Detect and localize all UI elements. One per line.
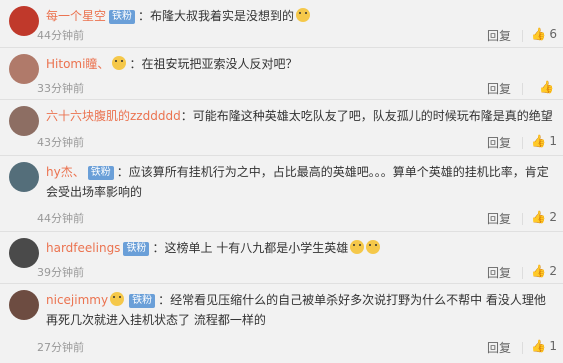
thumb-up-icon: 👍 [531, 210, 547, 224]
comment-text: ：在祖安玩把亚索没人反对吧？ [129, 57, 298, 71]
like-count: 1 [549, 134, 557, 148]
reply-button[interactable]: 回复 [487, 210, 511, 227]
like-button[interactable]: 👍 6 [531, 27, 557, 41]
thumb-up-icon: 👍 [539, 80, 554, 94]
like-button[interactable]: 👍 [539, 80, 557, 94]
comment-text: ：应该算所有挂机行为之中，占比最高的英雄吧。。。算单个英雄的挂机比率，肯定会受出… [46, 165, 549, 199]
reply-button[interactable]: 回复 [487, 339, 511, 356]
comment-time: 43分钟前 [37, 136, 84, 149]
comment-text: ：布隆大叔我着实是没想到的 [138, 9, 295, 23]
like-button[interactable]: 👍 2 [531, 210, 557, 224]
divider [522, 267, 523, 279]
comment-text: ：可能布隆这种英雄太吃队友了吧，队友孤儿的时候玩布隆是真的绝望 [180, 109, 553, 123]
avatar[interactable] [9, 6, 39, 36]
comment-time: 33分钟前 [37, 82, 84, 95]
thumb-up-icon: 👍 [531, 27, 547, 41]
username-link[interactable]: nicejimmy [46, 293, 108, 307]
comment-item: hardfeelings 铁粉 ：这榜单上 十有八九都是小学生英雄 39分钟前 回复… [0, 232, 563, 284]
like-button[interactable]: 👍 1 [531, 339, 557, 353]
username-link[interactable]: 每一个星空 [46, 9, 106, 23]
username-link[interactable]: hardfeelings [46, 241, 120, 255]
fan-badge: 铁粉 [129, 294, 156, 308]
username-link[interactable]: 六十六块腹肌的zzddddd [46, 109, 181, 123]
comment-item: hy杰、 铁粉 ：应该算所有挂机行为之中，占比最高的英雄吧。。。算单个英雄的挂机比率… [0, 156, 563, 232]
divider [522, 83, 523, 95]
divider [522, 342, 523, 354]
fan-badge: 铁粉 [87, 166, 114, 180]
thumb-up-icon: 👍 [531, 134, 547, 148]
reply-button[interactable]: 回复 [487, 134, 511, 151]
username-link[interactable]: hy杰、 [46, 165, 85, 179]
comment-item: 每一个星空 铁粉 ：布隆大叔我着实是没想到的 44分钟前 回复 👍 6 [0, 0, 563, 48]
fan-badge: 铁粉 [109, 10, 136, 24]
heart-eyes-emoji-icon [112, 56, 127, 70]
avatar[interactable] [9, 238, 39, 268]
reply-button[interactable]: 回复 [487, 80, 511, 97]
like-button[interactable]: 👍 1 [531, 134, 557, 148]
comment-time: 27分钟前 [37, 341, 84, 354]
comment-item: nicejimmy 铁粉 ：经常看见压缩什么的自己被单杀好多次说打野为什么不帮中 看… [0, 284, 563, 363]
dog-emoji-icon [296, 8, 311, 22]
like-button[interactable]: 👍 2 [531, 264, 557, 278]
comment-time: 44分钟前 [37, 212, 84, 225]
thumb-up-icon: 👍 [531, 339, 547, 353]
comment-list: 每一个星空 铁粉 ：布隆大叔我着实是没想到的 44分钟前 回复 👍 6 Hitomi瞳… [0, 0, 563, 363]
like-count: 6 [549, 27, 557, 41]
grin-emoji-icon [366, 240, 381, 254]
comment-item: Hitomi瞳、 ：在祖安玩把亚索没人反对吧？ 33分钟前 回复 👍 [0, 48, 563, 100]
comment-item: 六十六块腹肌的zzddddd：可能布隆这种英雄太吃队友了吧，队友孤儿的时候玩布隆… [0, 100, 563, 156]
avatar[interactable] [9, 106, 39, 136]
comment-time: 39分钟前 [37, 266, 84, 279]
divider [522, 137, 523, 149]
avatar[interactable] [9, 162, 39, 192]
avatar[interactable] [9, 290, 39, 320]
divider [522, 30, 523, 42]
comment-text: ：这榜单上 十有八九都是小学生英雄 [152, 241, 349, 255]
avatar[interactable] [9, 54, 39, 84]
comment-time: 44分钟前 [37, 29, 84, 42]
like-count: 2 [549, 210, 557, 224]
like-count: 1 [549, 339, 557, 353]
thumb-up-icon: 👍 [531, 264, 547, 278]
reply-button[interactable]: 回复 [487, 27, 511, 44]
heart-eyes-emoji-icon [110, 292, 125, 306]
like-count: 2 [549, 264, 557, 278]
grin-emoji-icon [350, 240, 365, 254]
reply-button[interactable]: 回复 [487, 264, 511, 281]
username-link[interactable]: Hitomi瞳、 [46, 57, 109, 71]
divider [522, 213, 523, 225]
fan-badge: 铁粉 [123, 242, 150, 256]
